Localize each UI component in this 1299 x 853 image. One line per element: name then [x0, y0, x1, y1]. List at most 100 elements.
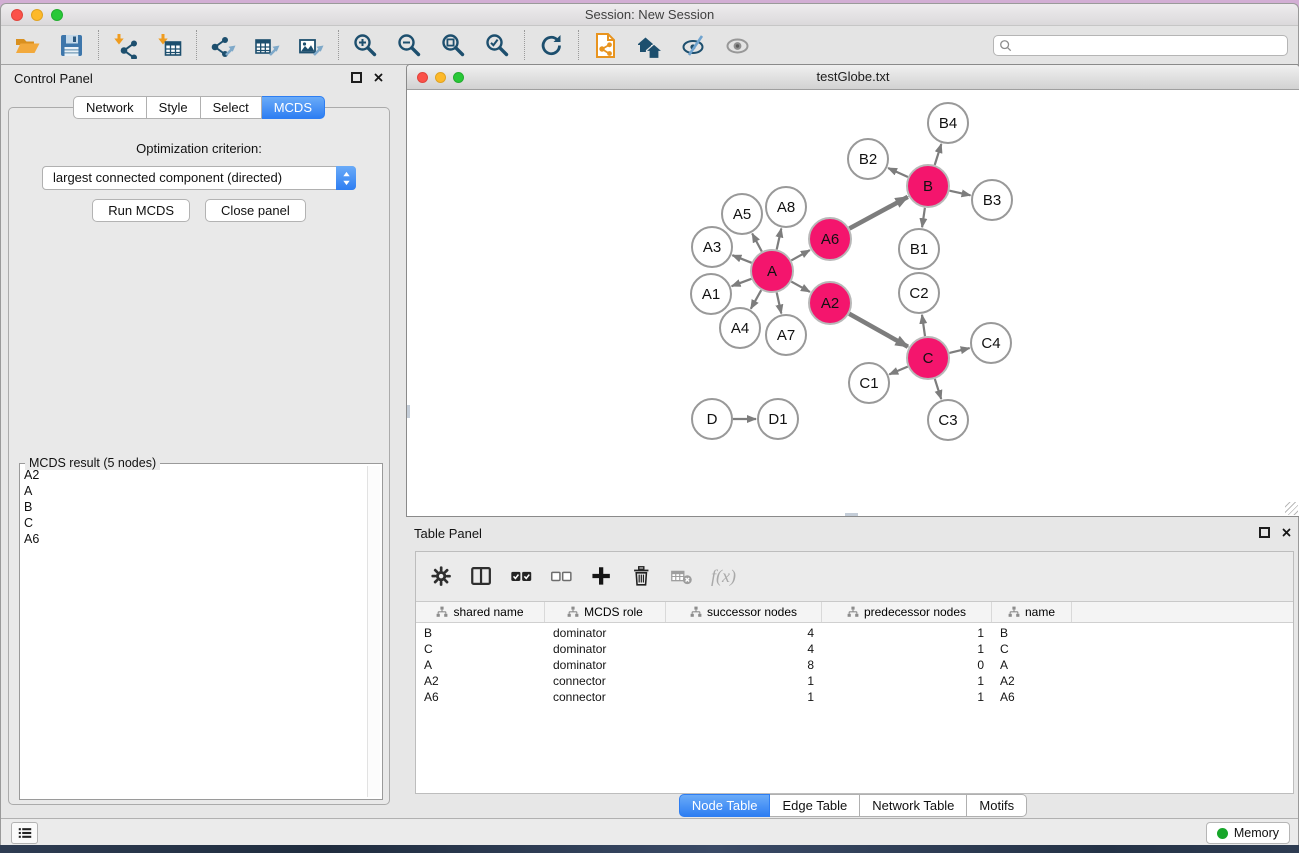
graph-node-D1[interactable]: D1 — [758, 399, 798, 439]
table-cell[interactable]: B — [992, 625, 1072, 641]
graph-node-C[interactable]: C — [907, 337, 949, 379]
unselect-all-columns-icon[interactable] — [549, 564, 574, 589]
table-cell[interactable]: A2 — [416, 673, 545, 689]
table-cell[interactable]: dominator — [545, 625, 666, 641]
table-cell[interactable]: dominator — [545, 657, 666, 673]
zoom-selected-icon[interactable] — [484, 32, 511, 59]
column-header-shared-name[interactable]: shared name — [416, 602, 545, 622]
zoom-in-icon[interactable] — [352, 32, 379, 59]
edge-B-B3[interactable] — [950, 191, 971, 196]
home-icon[interactable] — [636, 32, 663, 59]
graph-node-C3[interactable]: C3 — [928, 400, 968, 440]
edge-A6-B[interactable] — [849, 197, 907, 229]
graph-node-A6[interactable]: A6 — [809, 218, 851, 260]
graph-node-A[interactable]: A — [751, 250, 793, 292]
table-cell[interactable]: C — [992, 641, 1072, 657]
close-network-window-button[interactable] — [417, 72, 428, 83]
table-cell[interactable]: connector — [545, 689, 666, 705]
float-table-panel-icon[interactable] — [1259, 527, 1270, 538]
table-cell[interactable]: A — [992, 657, 1072, 673]
table-cell[interactable]: B — [416, 625, 545, 641]
zoom-out-icon[interactable] — [396, 32, 423, 59]
edge-A-A7[interactable] — [777, 293, 782, 314]
table-tab-motifs[interactable]: Motifs — [967, 794, 1027, 817]
control-tab-mcds[interactable]: MCDS — [262, 96, 325, 119]
table-cell[interactable]: 1 — [822, 673, 992, 689]
table-cell[interactable]: dominator — [545, 641, 666, 657]
column-header-name[interactable]: name — [992, 602, 1072, 622]
table-tab-network-table[interactable]: Network Table — [860, 794, 967, 817]
memory-button[interactable]: Memory — [1206, 822, 1290, 844]
table-cell[interactable]: 0 — [822, 657, 992, 673]
table-cell[interactable]: 4 — [666, 625, 822, 641]
close-panel-button[interactable]: Close panel — [205, 199, 306, 222]
control-tab-network[interactable]: Network — [73, 96, 147, 119]
import-table-icon[interactable] — [156, 32, 183, 59]
open-file-icon[interactable] — [14, 32, 41, 59]
select-all-columns-icon[interactable] — [509, 564, 534, 589]
edge-B-B1[interactable] — [922, 208, 925, 227]
close-table-panel-icon[interactable] — [1281, 527, 1292, 538]
minimize-network-window-button[interactable] — [435, 72, 446, 83]
result-scrollbar[interactable] — [367, 466, 380, 797]
graph-node-A7[interactable]: A7 — [766, 315, 806, 355]
column-header-predecessor-nodes[interactable]: predecessor nodes — [822, 602, 992, 622]
graph-node-C1[interactable]: C1 — [849, 363, 889, 403]
table-tab-edge-table[interactable]: Edge Table — [770, 794, 860, 817]
table-cell[interactable]: 8 — [666, 657, 822, 673]
table-cell[interactable]: 1 — [666, 689, 822, 705]
create-column-icon[interactable] — [589, 564, 614, 589]
edge-C-C1[interactable] — [889, 367, 907, 375]
control-tab-style[interactable]: Style — [147, 96, 201, 119]
maximize-network-window-button[interactable] — [453, 72, 464, 83]
table-cell[interactable]: A6 — [416, 689, 545, 705]
graph-node-A2[interactable]: A2 — [809, 282, 851, 324]
graph-node-A3[interactable]: A3 — [692, 227, 732, 267]
edge-B-B4[interactable] — [935, 144, 942, 165]
table-cell[interactable]: A — [416, 657, 545, 673]
edge-C-C4[interactable] — [949, 348, 969, 353]
maximize-window-button[interactable] — [51, 9, 63, 21]
run-mcds-button[interactable]: Run MCDS — [92, 199, 190, 222]
table-cell[interactable]: A2 — [992, 673, 1072, 689]
close-panel-icon[interactable] — [373, 72, 384, 83]
hide-panel-icon[interactable] — [680, 32, 707, 59]
show-panels-menu-button[interactable] — [11, 822, 38, 844]
settings-gear-icon[interactable] — [429, 564, 454, 589]
graph-node-B[interactable]: B — [907, 165, 949, 207]
edge-A-A3[interactable] — [732, 255, 751, 263]
show-panel-icon[interactable] — [724, 32, 751, 59]
table-cell[interactable]: 1 — [822, 689, 992, 705]
graph-node-C4[interactable]: C4 — [971, 323, 1011, 363]
edge-A-A8[interactable] — [777, 229, 782, 250]
edge-B-B2[interactable] — [888, 168, 908, 177]
delete-column-icon[interactable] — [629, 564, 654, 589]
window-resize-grip[interactable] — [1285, 502, 1298, 515]
graph-node-B1[interactable]: B1 — [899, 229, 939, 269]
save-session-icon[interactable] — [58, 32, 85, 59]
table-cell[interactable]: 4 — [666, 641, 822, 657]
refresh-icon[interactable] — [538, 32, 565, 59]
graph-node-A5[interactable]: A5 — [722, 194, 762, 234]
table-cell[interactable]: connector — [545, 673, 666, 689]
graph-node-D[interactable]: D — [692, 399, 732, 439]
search-input[interactable] — [1012, 38, 1282, 52]
minimize-window-button[interactable] — [31, 9, 43, 21]
graph-node-A1[interactable]: A1 — [691, 274, 731, 314]
export-image-icon[interactable] — [298, 32, 325, 59]
table-cell[interactable]: 1 — [666, 673, 822, 689]
optimization-criterion-select[interactable]: largest connected component (directed) — [42, 166, 356, 190]
graph-node-C2[interactable]: C2 — [899, 273, 939, 313]
column-header-mcds-role[interactable]: MCDS role — [545, 602, 666, 622]
column-header-successor-nodes[interactable]: successor nodes — [666, 602, 822, 622]
network-document-icon[interactable] — [592, 32, 619, 59]
graph-node-B2[interactable]: B2 — [848, 139, 888, 179]
edge-A-A5[interactable] — [752, 234, 762, 252]
edge-A-A2[interactable] — [791, 282, 810, 292]
canvas-vertical-scroll-hint[interactable] — [407, 405, 410, 418]
table-cell[interactable]: 1 — [822, 625, 992, 641]
mcds-result-list[interactable]: A2ABCA6 — [24, 467, 365, 796]
export-table-icon[interactable] — [254, 32, 281, 59]
export-network-icon[interactable] — [210, 32, 237, 59]
table-cell[interactable]: 1 — [822, 641, 992, 657]
